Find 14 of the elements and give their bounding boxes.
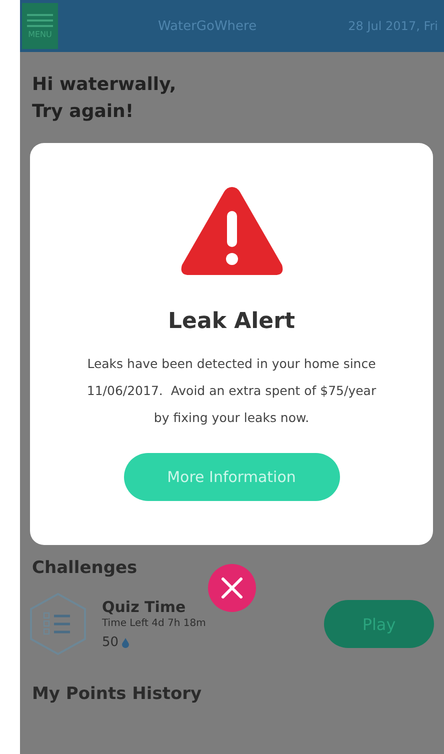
dialog-message: Leaks have been detected in your home since 11/06/2017. Avoid an extra spent of $75/year by fixing your leaks now. — [86, 355, 378, 427]
challenge-title: Quiz Time — [102, 598, 187, 616]
close-icon — [220, 576, 244, 600]
more-information-button[interactable]: More Information — [124, 453, 340, 501]
menu-icon — [27, 14, 53, 26]
section-title: Challenges — [32, 558, 138, 578]
greeting-text: Hi waterwally, — [32, 74, 178, 95]
greeting-text: Try again! — [32, 101, 135, 122]
dialog-title: Leak Alert — [168, 309, 295, 334]
section-title: My Points History — [32, 684, 203, 704]
time-left: Time Left 4d 7h 18m — [102, 618, 206, 629]
water-drop-icon — [122, 638, 129, 648]
points-value: 50 — [102, 635, 119, 650]
quiz-list-icon — [28, 592, 88, 656]
